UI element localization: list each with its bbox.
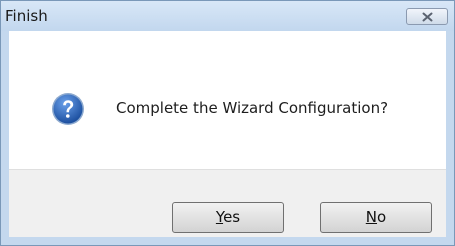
dialog-content: Complete the Wizard Configuration? Yes N… (9, 31, 446, 237)
yes-button[interactable]: Yes (172, 202, 284, 233)
button-area: Yes No (9, 169, 446, 237)
yes-label-rest: es (223, 208, 241, 226)
no-label-rest: o (377, 208, 387, 226)
yes-mnemonic: Y (215, 208, 224, 226)
title-bar[interactable]: Finish (1, 1, 454, 31)
close-icon (422, 12, 433, 22)
no-mnemonic: N (365, 208, 378, 226)
question-icon (52, 93, 84, 125)
message-area: Complete the Wizard Configuration? (9, 31, 446, 169)
message-text: Complete the Wizard Configuration? (116, 99, 389, 117)
no-button[interactable]: No (320, 202, 432, 233)
window-title: Finish (5, 7, 48, 25)
close-button[interactable] (406, 8, 448, 25)
dialog-window: Finish Complete the Wizard Configuration… (0, 0, 455, 246)
